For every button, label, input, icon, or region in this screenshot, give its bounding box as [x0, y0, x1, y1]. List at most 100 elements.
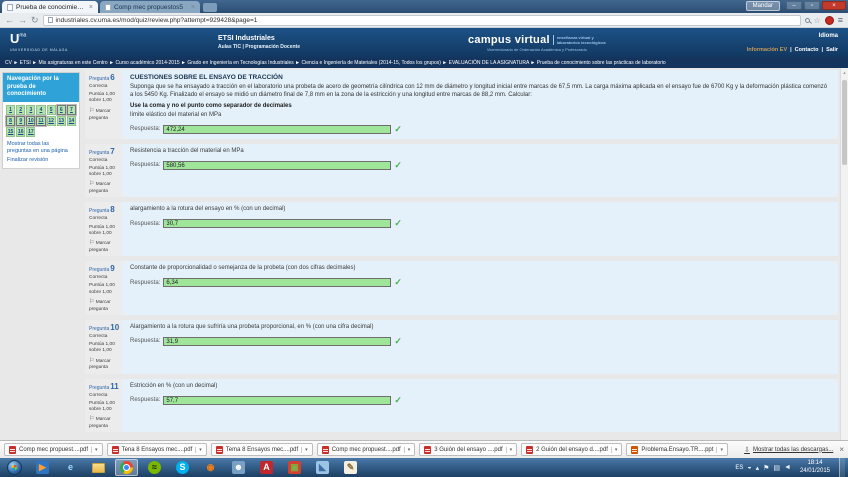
question-note: Use la coma y no el punto como separador…	[130, 102, 292, 109]
tab-close-icon[interactable]: ×	[89, 4, 93, 11]
tab-quiz-review[interactable]: Prueba de conocimiento: ×	[2, 1, 98, 13]
hidden-icons-arrow[interactable]: ▴	[756, 464, 760, 472]
skype-icon[interactable]: S	[171, 459, 194, 476]
downloads-bar: Comp mec propuest....pdf ▾ Tena 8 Ensayos …	[0, 440, 848, 458]
header-link[interactable]: Contacto	[795, 47, 819, 53]
question-nav-button-1[interactable]: 1	[6, 104, 16, 115]
tab-comp-mec[interactable]: Comp mec propuestos5 ×	[100, 1, 200, 13]
reload-icon[interactable]: ↻	[31, 15, 39, 25]
url-text[interactable]: industriales.cv.uma.es/mod/quiz/review.p…	[56, 17, 258, 24]
taskbar-clock[interactable]: 18:14 24/01/2015	[800, 460, 830, 476]
orange-app-icon[interactable]: ◉	[199, 459, 222, 476]
question-nav-button-4[interactable]: 4	[36, 104, 46, 115]
flag-icon[interactable]: ⚐	[89, 299, 94, 305]
volume-icon[interactable]: ◄	[784, 464, 791, 471]
download-menu-caret[interactable]: ▾	[403, 446, 410, 453]
action-center-icon[interactable]: ◒	[747, 464, 751, 471]
download-item[interactable]: Comp mec propuest....pdf ▾	[4, 443, 103, 456]
question-grade: Puntúa 1,00 sobre 1,00	[89, 165, 115, 178]
download-menu-caret[interactable]: ▾	[610, 446, 617, 453]
flag-icon[interactable]: ⚐	[89, 416, 94, 422]
question-nav-button-11[interactable]: 11	[35, 114, 47, 127]
download-filename: 2 Guión del ensayo d....pdf	[536, 446, 608, 453]
show-all-questions-link[interactable]: Mostrar todas las preguntas en una págin…	[3, 139, 79, 155]
question-nav-button-14[interactable]: 14	[66, 115, 76, 126]
flag-icon[interactable]: ⚑	[763, 464, 769, 472]
adblock-extension-icon[interactable]	[824, 15, 834, 25]
question-prompt: Estricción en % (con un decimal)	[130, 382, 218, 389]
close-downloads-bar-icon[interactable]: ×	[839, 445, 844, 454]
question-nav-button-16[interactable]: 16	[16, 126, 26, 137]
download-item[interactable]: Tena 8 Ensayos mec....pdf ▾	[106, 443, 207, 456]
media-player-icon[interactable]: ▶	[31, 459, 54, 476]
scrollbar[interactable]: ▲	[840, 68, 848, 440]
flag-icon[interactable]: ⚐	[89, 240, 94, 246]
browser-toolbar: ← → ↻ industriales.cv.uma.es/mod/quiz/re…	[0, 13, 848, 28]
language-label[interactable]: Idioma	[819, 33, 838, 39]
download-menu-caret[interactable]: ▾	[91, 446, 98, 453]
adobe-reader-icon[interactable]: A	[255, 459, 278, 476]
scrollbar-up-arrow[interactable]: ▲	[841, 68, 848, 78]
office-app-icon[interactable]: ▣	[283, 459, 306, 476]
header-link[interactable]: Salir	[826, 47, 838, 53]
question-nav-button-9[interactable]: 9	[15, 114, 27, 127]
question-nav-button-8[interactable]: 8	[4, 114, 17, 127]
question-nav-button-3[interactable]: 3	[26, 104, 36, 115]
question-nav-button-12[interactable]: 12	[46, 115, 56, 126]
download-item[interactable]: Comp mec propuest....pdf ▾	[316, 443, 416, 456]
question-nav-button-10[interactable]: 10	[25, 114, 37, 127]
paint-icon[interactable]: ✎	[339, 459, 362, 476]
download-item[interactable]: 2 Guión del ensayo d....pdf ▾	[521, 443, 623, 456]
internet-explorer-icon[interactable]: e	[59, 459, 82, 476]
download-item[interactable]: Problema.Ensayo.TR....ppt ▾	[626, 443, 728, 456]
address-bar[interactable]: industriales.cv.uma.es/mod/quiz/review.p…	[42, 14, 801, 26]
question-nav-button-2[interactable]: 2	[16, 104, 26, 115]
language-indicator[interactable]: ES	[735, 465, 743, 471]
finish-review-link[interactable]: Finalizar revisión	[3, 155, 79, 168]
search-icon[interactable]	[804, 17, 810, 23]
maximize-button[interactable]: ▫	[804, 1, 820, 10]
download-item[interactable]: Tema 8 Ensayos mec....pdf ▾	[210, 443, 313, 456]
question-nav-button-15[interactable]: 15	[6, 126, 16, 137]
network-icon[interactable]: ▤	[773, 464, 780, 472]
forward-icon[interactable]: →	[18, 15, 27, 25]
question-nav-button-7[interactable]: 7	[65, 103, 78, 116]
download-item[interactable]: 3 Guión del ensayo ....pdf ▾	[419, 443, 518, 456]
spotify-icon-glyph: ≈	[148, 461, 161, 474]
download-menu-caret[interactable]: ▾	[195, 446, 202, 453]
question-nav-button-13[interactable]: 13	[56, 115, 66, 126]
minimize-button[interactable]: –	[786, 1, 802, 10]
header-link[interactable]: Información EV	[747, 47, 787, 53]
contacts-icon[interactable]: ☻	[227, 459, 250, 476]
download-menu-caret[interactable]: ▾	[301, 446, 308, 453]
file-explorer-icon[interactable]	[87, 459, 110, 476]
chrome-profile-button[interactable]: Mandar	[745, 1, 780, 11]
screen: Prueba de conocimiento: × Comp mec propu…	[0, 0, 848, 477]
question-nav-button-6[interactable]: 6	[55, 103, 67, 116]
question-label: Pregunta	[89, 76, 110, 82]
scrollbar-thumb[interactable]	[842, 80, 847, 165]
bookmark-star-icon[interactable]: ☆	[814, 16, 821, 25]
uma-logo[interactable]: Uma UNIVERSIDAD DE MÁLAGA	[10, 31, 68, 53]
show-all-downloads-link[interactable]: ⇩ Mostrar todas las descargas...	[744, 446, 833, 454]
new-tab-button[interactable]	[203, 3, 217, 12]
download-menu-caret[interactable]: ▾	[716, 446, 723, 453]
tab-close-icon[interactable]: ×	[191, 4, 195, 11]
uma-caption: UNIVERSIDAD DE MÁLAGA	[10, 48, 68, 52]
back-icon[interactable]: ←	[5, 15, 14, 25]
photo-viewer-icon[interactable]: ◣	[311, 459, 334, 476]
breadcrumb[interactable]: CV ► ETSI ► Mis asignaturas en este Cent…	[0, 58, 848, 68]
flag-icon[interactable]: ⚐	[89, 108, 94, 114]
chrome-icon[interactable]	[115, 459, 138, 476]
spotify-icon[interactable]: ≈	[143, 459, 166, 476]
question-nav-button-17[interactable]: 17	[26, 126, 36, 137]
download-menu-caret[interactable]: ▾	[505, 446, 512, 453]
close-button[interactable]: ×	[822, 1, 846, 10]
flag-icon[interactable]: ⚐	[89, 358, 94, 364]
clock-time: 18:14	[807, 459, 823, 466]
menu-icon[interactable]: ≡	[838, 15, 843, 25]
flag-icon[interactable]: ⚐	[89, 181, 94, 187]
question-nav-button-5[interactable]: 5	[46, 104, 56, 115]
show-desktop-button[interactable]	[839, 458, 845, 477]
start-button[interactable]	[3, 459, 26, 476]
